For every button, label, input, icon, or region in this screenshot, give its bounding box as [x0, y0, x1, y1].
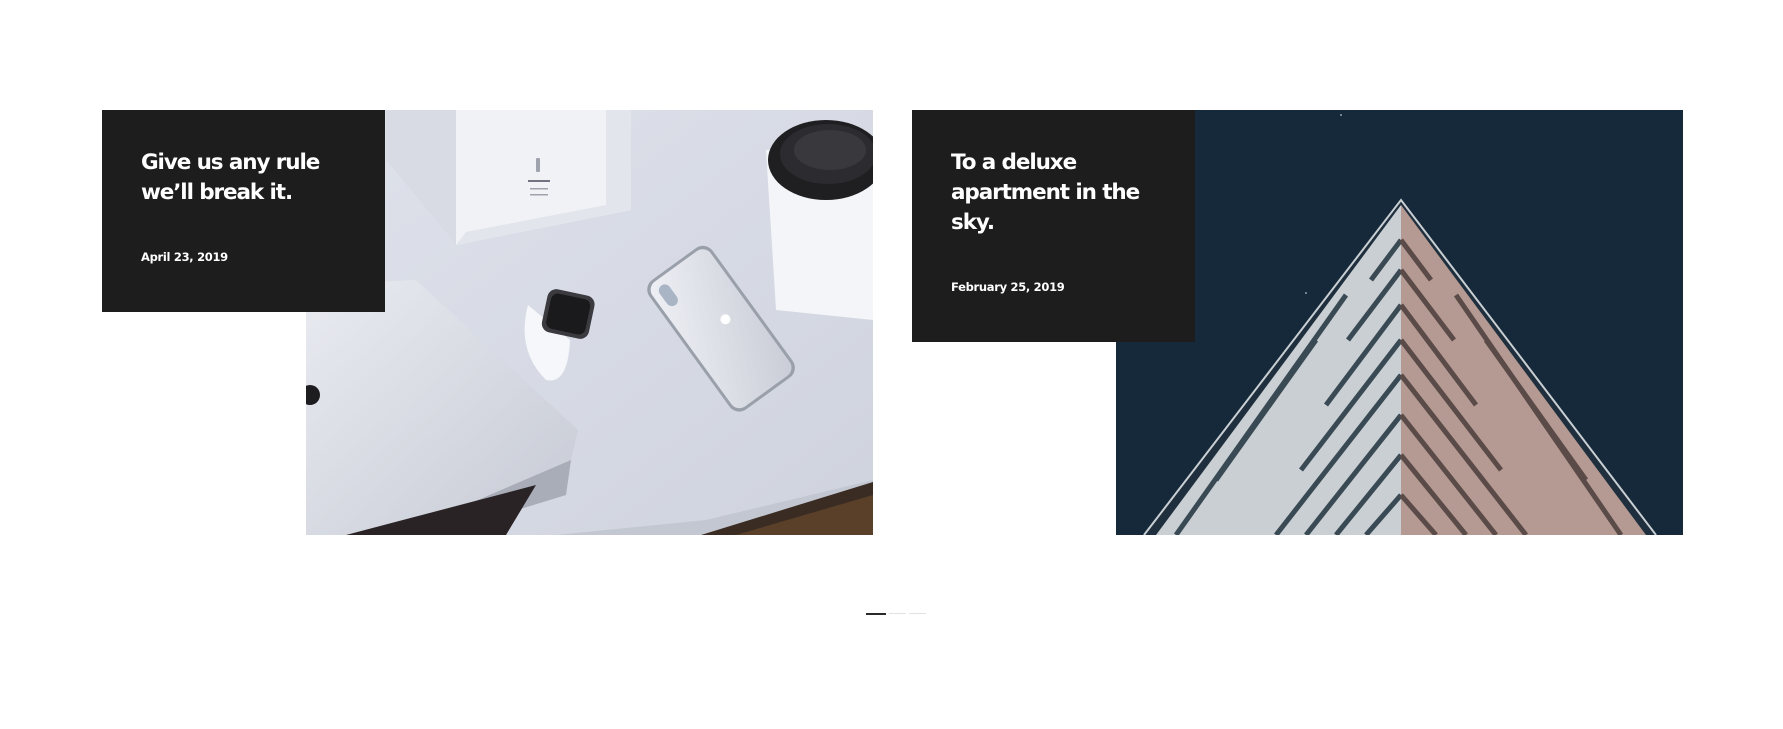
post-overlay[interactable]: To a deluxe apartment in the sky. Februa…	[912, 110, 1195, 342]
pagination-bullet-active[interactable]	[866, 613, 886, 615]
post-card[interactable]: To a deluxe apartment in the sky. Februa…	[912, 110, 1683, 535]
slider-pagination	[866, 613, 926, 615]
skyscraper-triangle-photo	[1116, 110, 1683, 535]
post-title-line: apartment in the	[951, 180, 1140, 205]
pagination-bullet[interactable]	[909, 613, 926, 614]
pagination-bullet[interactable]	[889, 613, 906, 614]
post-title[interactable]: Give us any rule we’ll break it.	[141, 148, 347, 208]
post-overlay[interactable]: Give us any rule we’ll break it. April 2…	[102, 110, 385, 312]
desk-devices-photo	[306, 110, 873, 535]
post-date: February 25, 2019	[951, 280, 1065, 294]
post-title[interactable]: To a deluxe apartment in the sky.	[951, 148, 1157, 238]
post-card[interactable]: Give us any rule we’ll break it. April 2…	[102, 110, 873, 535]
post-title-line: we’ll break it.	[141, 180, 293, 205]
post-title-line: sky.	[951, 210, 995, 235]
post-image-link[interactable]	[306, 110, 873, 535]
blog-slider: Give us any rule we’ll break it. April 2…	[0, 0, 1783, 729]
post-date: April 23, 2019	[141, 250, 228, 264]
post-title-line: Give us any rule	[141, 150, 320, 175]
post-title-line: To a deluxe	[951, 150, 1077, 175]
post-image-link[interactable]	[1116, 110, 1683, 535]
